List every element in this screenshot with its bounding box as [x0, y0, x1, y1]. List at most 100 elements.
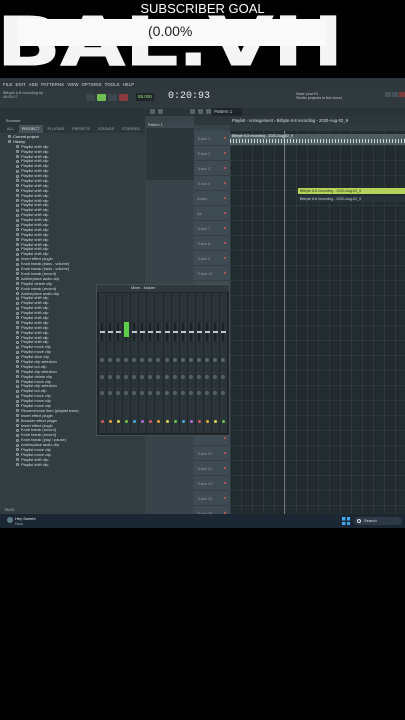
send-led-icon[interactable]: [149, 420, 153, 423]
mixer-strip[interactable]: [107, 293, 115, 433]
track-mute-led[interactable]: [224, 437, 226, 439]
knob-icon[interactable]: [132, 375, 137, 379]
menu-item-patterns[interactable]: PATTERNS: [41, 82, 64, 87]
knob-icon[interactable]: [148, 358, 153, 362]
menu-item-file[interactable]: FILE: [3, 82, 12, 87]
knob-icon[interactable]: [108, 358, 113, 362]
track-header[interactable]: Track 9: [194, 251, 230, 266]
knob-icon[interactable]: [116, 375, 121, 379]
send-led-icon[interactable]: [157, 420, 161, 423]
maximize-icon[interactable]: [392, 92, 398, 97]
channel-rack-title[interactable]: Pattern 1: [146, 122, 194, 128]
knob-icon[interactable]: [204, 358, 209, 362]
knob-icon[interactable]: [220, 375, 225, 379]
track-mute-led[interactable]: [224, 257, 226, 259]
volume-fader[interactable]: [188, 331, 194, 333]
playhead[interactable]: [284, 131, 285, 514]
windows-start-icon[interactable]: [342, 517, 350, 525]
snap-icon[interactable]: [158, 109, 163, 114]
track-header[interactable]: Track 8: [194, 236, 230, 251]
piano-roll-icon[interactable]: [206, 109, 211, 114]
send-led-icon[interactable]: [189, 420, 193, 423]
knob-icon[interactable]: [172, 391, 177, 395]
dark-clip[interactable]: Bitbyte 6-8 recording - 2020-Aug-02_9: [298, 196, 405, 202]
green-clip[interactable]: Bitbyte 6-8 recording - 2020-Aug-02_9: [298, 188, 405, 194]
mixer-strip[interactable]: [131, 293, 139, 433]
knob-icon[interactable]: [140, 358, 145, 362]
record-button[interactable]: [119, 94, 128, 101]
track-header[interactable]: All: [194, 206, 230, 221]
volume-fader[interactable]: [204, 331, 210, 333]
knob-icon[interactable]: [164, 375, 169, 379]
minimize-icon[interactable]: [385, 92, 391, 97]
taskbar-search[interactable]: Search: [354, 517, 402, 525]
knob-icon[interactable]: [116, 358, 121, 362]
volume-fader[interactable]: [108, 331, 114, 333]
mixer-strip[interactable]: [219, 293, 227, 433]
menu-item-tools[interactable]: TOOLS: [105, 82, 120, 87]
knob-icon[interactable]: [204, 391, 209, 395]
knob-icon[interactable]: [196, 358, 201, 362]
track-header[interactable]: Track 4: [194, 176, 230, 191]
volume-fader[interactable]: [156, 331, 162, 333]
volume-fader[interactable]: [116, 331, 122, 333]
knob-icon[interactable]: [180, 375, 185, 379]
knob-icon[interactable]: [180, 358, 185, 362]
mixer-strip[interactable]: [139, 293, 147, 433]
track-mute-led[interactable]: [224, 452, 226, 454]
mixer-strip[interactable]: [99, 293, 107, 433]
track-mute-led[interactable]: [224, 167, 226, 169]
track-header[interactable]: Audio: [194, 191, 230, 206]
send-led-icon[interactable]: [173, 420, 177, 423]
send-led-icon[interactable]: [213, 420, 217, 423]
send-led-icon[interactable]: [197, 420, 201, 423]
knob-icon[interactable]: [212, 375, 217, 379]
track-header[interactable]: Track 10: [194, 266, 230, 281]
send-led-icon[interactable]: [133, 420, 137, 423]
send-led-icon[interactable]: [125, 420, 129, 423]
volume-fader[interactable]: [148, 331, 154, 333]
stop-button[interactable]: [108, 94, 117, 101]
mixer-strip[interactable]: [187, 293, 195, 433]
send-led-icon[interactable]: [141, 420, 145, 423]
knob-icon[interactable]: [116, 391, 121, 395]
pat-song-toggle[interactable]: [86, 94, 95, 101]
menu-item-edit[interactable]: EDIT: [15, 82, 25, 87]
knob-icon[interactable]: [132, 391, 137, 395]
track-header[interactable]: Track 21: [194, 446, 230, 461]
track-mute-led[interactable]: [224, 467, 226, 469]
pattern-selector[interactable]: Pattern 1: [212, 108, 242, 116]
browser-icon[interactable]: [190, 109, 195, 114]
track-mute-led[interactable]: [224, 182, 226, 184]
knob-icon[interactable]: [172, 358, 177, 362]
volume-fader[interactable]: [100, 331, 105, 333]
mixer-strip[interactable]: [123, 293, 131, 433]
browser-tab-plugins[interactable]: PLUGINS: [45, 125, 68, 133]
menu-item-help[interactable]: HELP: [123, 82, 135, 87]
track-mute-led[interactable]: [224, 272, 226, 274]
knob-icon[interactable]: [204, 375, 209, 379]
track-mute-led[interactable]: [224, 242, 226, 244]
browser-footer[interactable]: TAGS: [4, 507, 15, 512]
knob-icon[interactable]: [148, 375, 153, 379]
knob-icon[interactable]: [172, 375, 177, 379]
knob-icon[interactable]: [100, 375, 104, 379]
menu-item-add[interactable]: ADD: [29, 82, 38, 87]
knob-icon[interactable]: [140, 375, 145, 379]
knob-icon[interactable]: [124, 391, 129, 395]
knob-icon[interactable]: [220, 358, 225, 362]
send-led-icon[interactable]: [181, 420, 185, 423]
user-info[interactable]: Hey Swerld Now: [15, 516, 35, 526]
knob-icon[interactable]: [124, 358, 129, 362]
mixer-strip[interactable]: [179, 293, 187, 433]
volume-fader[interactable]: [132, 331, 138, 333]
knob-icon[interactable]: [132, 358, 137, 362]
knob-icon[interactable]: [196, 375, 201, 379]
mixer-strip[interactable]: [163, 293, 171, 433]
knob-icon[interactable]: [100, 358, 104, 362]
browser-tab-all[interactable]: ALL: [4, 125, 17, 133]
mixer-strip[interactable]: [203, 293, 211, 433]
close-icon[interactable]: [399, 92, 405, 97]
mic-icon[interactable]: [150, 109, 155, 114]
knob-icon[interactable]: [100, 391, 104, 395]
